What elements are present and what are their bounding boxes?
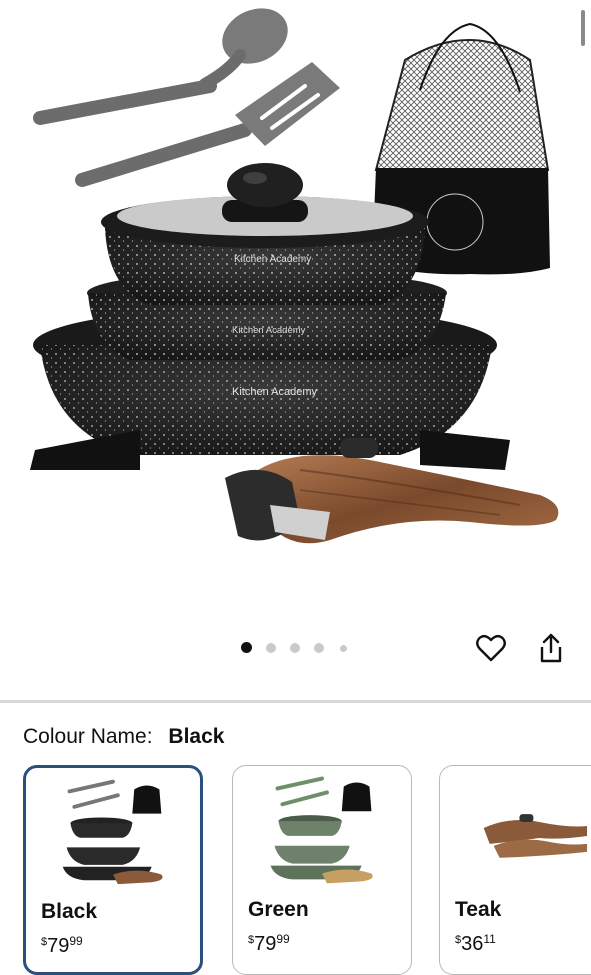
cookware-set-illustration: Kitchen Academy Kitchen Academy Kitchen … <box>30 8 559 544</box>
colour-name-row: Colour Name: Black <box>23 725 224 749</box>
swatch-teak-name: Teak <box>455 898 502 921</box>
swatch-black[interactable]: Black $7999 <box>23 765 203 975</box>
section-divider <box>0 700 591 703</box>
colour-selected-value: Black <box>168 725 225 748</box>
pan-brand-label: Kitchen Academy <box>232 386 317 398</box>
swatch-green-thumbnail <box>270 776 373 884</box>
swatch-black-dollars: 79 <box>47 935 70 957</box>
swatch-teak-thumbnail <box>483 814 588 858</box>
share-icon <box>540 633 562 663</box>
carousel-dot-5[interactable] <box>340 645 347 652</box>
swatch-teak-cents: 11 <box>483 932 496 946</box>
swatch-black-cents: 99 <box>69 934 83 948</box>
swatch-green-name: Green <box>248 898 309 921</box>
swatch-green-dollars: 79 <box>254 933 277 955</box>
wishlist-button[interactable] <box>473 630 509 666</box>
swatch-black-price: $7999 <box>41 934 83 958</box>
share-button[interactable] <box>533 630 569 666</box>
swatch-black-name: Black <box>41 900 98 923</box>
carousel-dot-2[interactable] <box>266 643 276 653</box>
swatch-teak-price: $3611 <box>455 932 496 956</box>
swatch-teak-dollars: 36 <box>461 933 484 955</box>
swatch-green-price: $7999 <box>248 932 290 956</box>
swatch-teak[interactable]: Teak $3611 <box>439 765 591 975</box>
swatch-black-thumbnail <box>62 779 163 885</box>
swatch-green[interactable]: Green $7999 <box>232 765 412 975</box>
heart-icon <box>476 634 506 662</box>
carousel-dot-4[interactable] <box>314 643 324 653</box>
product-image[interactable]: Kitchen Academy Kitchen Academy Kitchen … <box>0 0 591 600</box>
colour-label: Colour Name: <box>23 725 153 748</box>
carousel-dot-3[interactable] <box>290 643 300 653</box>
pot-brand-label: Kitchen Academy <box>234 254 311 265</box>
saucepan-brand-label: Kitchen Academy <box>232 325 306 336</box>
swatch-green-cents: 99 <box>276 932 290 946</box>
page-scrollbar[interactable] <box>581 10 585 46</box>
carousel-dot-1[interactable] <box>241 642 252 653</box>
